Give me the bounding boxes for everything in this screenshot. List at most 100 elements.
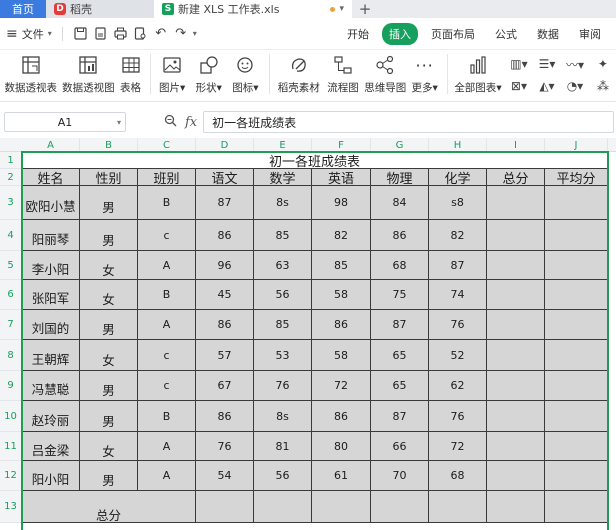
data-cell[interactable]: 阳丽琴 [22,220,80,251]
data-cell[interactable] [487,371,545,401]
hamburger-menu-icon[interactable]: ≡ [6,26,18,42]
data-cell[interactable] [545,220,608,251]
data-cell[interactable]: 87 [196,186,254,220]
data-cell[interactable]: 阳小阳 [22,461,80,491]
data-cell[interactable]: 65 [371,340,429,371]
data-cell[interactable]: 王朝辉 [22,340,80,371]
data-cell[interactable]: 欧阳小慧 [22,186,80,220]
data-cell[interactable] [545,371,608,401]
row-header-4[interactable]: 4 [0,220,22,251]
data-cell[interactable]: B [138,401,196,432]
undo-icon[interactable]: ↶ [153,26,169,42]
column-header-I[interactable]: I [487,138,545,152]
data-cell[interactable]: 87 [371,310,429,340]
data-cell[interactable]: A [138,310,196,340]
data-cell[interactable] [487,310,545,340]
data-cell[interactable]: 86 [312,310,371,340]
header-cell[interactable]: 性别 [80,169,138,186]
column-chart-icon[interactable]: ▥▾ [506,54,532,74]
total-cell[interactable] [545,491,608,523]
row-header-6[interactable]: 6 [0,280,22,310]
data-cell[interactable]: 男 [80,310,138,340]
flowchart-button[interactable]: 流程图 [326,54,360,95]
daoke-material-button[interactable]: 稻壳素材 [278,54,320,95]
scatter-chart-icon[interactable]: ⁂ [590,76,616,96]
data-cell[interactable]: 86 [371,220,429,251]
data-cell[interactable]: 84 [371,186,429,220]
icon-library-button[interactable]: 图标▾ [230,54,261,95]
header-cell[interactable]: 姓名 [22,169,80,186]
print-preview-icon[interactable] [133,26,149,42]
data-cell[interactable] [487,280,545,310]
print-icon[interactable] [113,26,129,42]
data-cell[interactable]: 8s [254,401,312,432]
data-cell[interactable]: 75 [371,280,429,310]
data-cell[interactable]: s8 [429,186,487,220]
data-cell[interactable]: 男 [80,461,138,491]
line-chart-icon[interactable]: 〰▾ [562,54,588,74]
total-cell[interactable] [312,491,371,523]
data-cell[interactable]: 男 [80,401,138,432]
name-box-caret-icon[interactable]: ▾ [117,118,121,127]
data-cell[interactable]: 冯慧聪 [22,371,80,401]
data-cell[interactable]: 68 [429,461,487,491]
data-cell[interactable] [487,251,545,280]
row-header-5[interactable]: 5 [0,251,22,280]
data-cell[interactable]: 87 [371,401,429,432]
data-cell[interactable]: B [138,280,196,310]
row-header-10[interactable]: 10 [0,401,22,432]
data-cell[interactable]: 70 [371,461,429,491]
data-cell[interactable]: 86 [196,220,254,251]
pivot-chart-button[interactable]: 数据透视图 [62,54,116,95]
header-cell[interactable]: 化学 [429,169,487,186]
data-cell[interactable]: 76 [254,371,312,401]
data-cell[interactable]: 80 [312,432,371,461]
column-header-J[interactable]: J [545,138,608,152]
data-cell[interactable]: 李小阳 [22,251,80,280]
row-header-12[interactable]: 12 [0,461,22,491]
data-cell[interactable]: A [138,461,196,491]
redo-icon[interactable]: ↷ [173,26,189,42]
column-header-B[interactable]: B [80,138,138,152]
data-cell[interactable]: 61 [312,461,371,491]
data-cell[interactable]: 98 [312,186,371,220]
column-header-A[interactable]: A [22,138,80,152]
data-cell[interactable]: 女 [80,432,138,461]
tab-review[interactable]: 审阅 [572,23,608,45]
data-cell[interactable]: 82 [429,220,487,251]
header-cell[interactable]: 物理 [371,169,429,186]
row-header-8[interactable]: 8 [0,340,22,371]
data-cell[interactable] [487,461,545,491]
data-cell[interactable]: 张阳军 [22,280,80,310]
data-cell[interactable]: 66 [371,432,429,461]
pivot-table-button[interactable]: 数据透视表 [4,54,58,95]
tab-daoke[interactable]: D 稻壳 [46,0,154,18]
data-cell[interactable] [545,251,608,280]
data-cell[interactable]: 女 [80,251,138,280]
data-cell[interactable]: 72 [312,371,371,401]
header-cell[interactable]: 语文 [196,169,254,186]
data-cell[interactable] [487,186,545,220]
data-cell[interactable] [545,461,608,491]
formula-input[interactable]: 初一各班成绩表 [203,111,614,133]
data-cell[interactable]: 男 [80,371,138,401]
data-cell[interactable]: 65 [371,371,429,401]
function-icon[interactable]: fx [185,115,197,130]
data-cell[interactable]: 男 [80,186,138,220]
shape-button[interactable]: 形状▾ [194,54,225,95]
data-cell[interactable]: 58 [312,340,371,371]
combo-chart-icon[interactable]: ⊠▾ [506,76,532,96]
data-cell[interactable]: 62 [429,371,487,401]
data-cell[interactable]: 76 [196,432,254,461]
data-cell[interactable]: 赵玲丽 [22,401,80,432]
total-cell[interactable] [429,491,487,523]
quick-access-caret-icon[interactable]: ▾ [193,29,197,38]
data-cell[interactable]: 72 [429,432,487,461]
row-header-11[interactable]: 11 [0,432,22,461]
data-cell[interactable]: 87 [429,251,487,280]
data-cell[interactable]: A [138,251,196,280]
save-icon[interactable] [73,26,89,42]
total-cell[interactable] [487,491,545,523]
tab-home[interactable]: 首页 [0,0,46,18]
data-cell[interactable]: 85 [312,251,371,280]
